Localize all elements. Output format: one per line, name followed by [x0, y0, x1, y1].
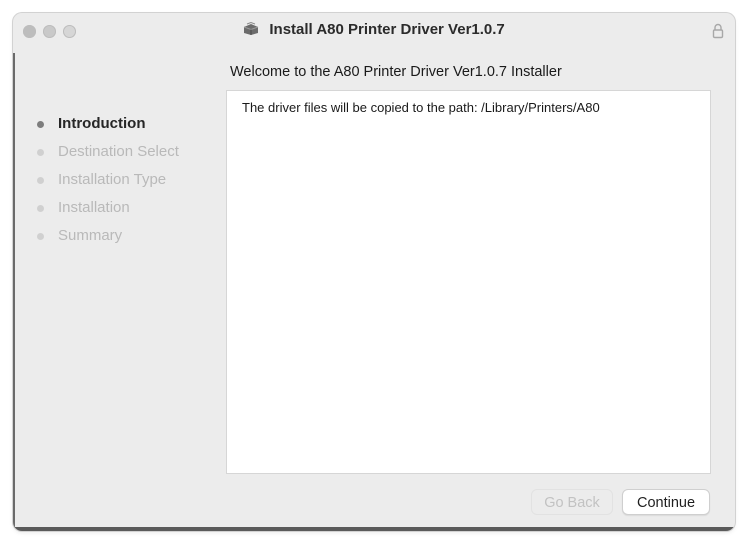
- step-summary: Summary: [33, 225, 179, 253]
- step-label: Destination Select: [58, 143, 179, 160]
- step-destination-select: Destination Select: [33, 141, 179, 169]
- window-title-text: Install A80 Printer Driver Ver1.0.7: [269, 21, 505, 38]
- step-label: Installation Type: [58, 171, 167, 188]
- window-edge: [13, 527, 735, 531]
- window-edge: [13, 53, 15, 531]
- window-title: Install A80 Printer Driver Ver1.0.7: [13, 21, 735, 38]
- step-bullet-icon: [37, 121, 44, 128]
- step-installation-type: Installation Type: [33, 169, 179, 197]
- go-back-button[interactable]: Go Back: [531, 489, 613, 515]
- step-label: Introduction: [58, 115, 146, 132]
- step-introduction: Introduction: [33, 113, 179, 141]
- content-message: The driver files will be copied to the p…: [242, 100, 600, 115]
- continue-button[interactable]: Continue: [622, 489, 710, 515]
- step-installation: Installation: [33, 197, 179, 225]
- package-icon: [244, 22, 259, 35]
- lock-icon: [712, 23, 724, 39]
- step-bullet-icon: [37, 177, 44, 184]
- step-bullet-icon: [37, 233, 44, 240]
- step-label: Installation: [58, 199, 130, 216]
- titlebar: Install A80 Printer Driver Ver1.0.7: [13, 13, 735, 49]
- step-bullet-icon: [37, 149, 44, 156]
- page-subtitle: Welcome to the A80 Printer Driver Ver1.0…: [230, 64, 562, 80]
- step-bullet-icon: [37, 205, 44, 212]
- installer-steps: Introduction Destination Select Installa…: [33, 113, 179, 253]
- content-pane[interactable]: The driver files will be copied to the p…: [226, 90, 711, 474]
- step-label: Summary: [58, 227, 123, 244]
- installer-window: Install A80 Printer Driver Ver1.0.7 Welc…: [13, 13, 735, 531]
